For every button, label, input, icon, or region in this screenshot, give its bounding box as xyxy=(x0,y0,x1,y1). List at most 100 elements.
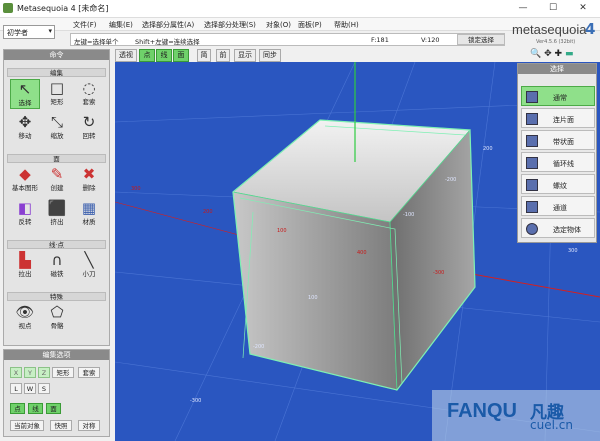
edit-edge-toggle[interactable]: 线 xyxy=(28,403,43,414)
screen-toggle[interactable]: S xyxy=(38,383,50,394)
simple-button[interactable]: 简 xyxy=(197,49,211,62)
menu-file[interactable]: 文件(F) xyxy=(73,20,97,30)
symmetry-button[interactable]: 对称 xyxy=(78,420,100,431)
display-mode-icon[interactable]: ▬ xyxy=(565,49,574,59)
tool-create[interactable]: ✎ 创建 xyxy=(42,165,72,195)
menu-object[interactable]: 对象(O) xyxy=(266,20,291,30)
coord-label: -300 xyxy=(190,398,202,404)
coord-label: 100 xyxy=(308,295,318,301)
select-belt-faces[interactable]: 带状面 xyxy=(521,130,595,150)
menu-help[interactable]: 帮助(H) xyxy=(334,20,359,30)
tool-extrude[interactable]: ⬛ 挤出 xyxy=(42,199,72,229)
lock-selection-button[interactable]: 锁定选择 xyxy=(457,34,505,45)
tool-magnet[interactable]: ∩ 磁铁 xyxy=(42,251,72,281)
material-icon: ▦ xyxy=(81,199,97,217)
section-edit: 编集 xyxy=(7,68,106,77)
coord-label: 400 xyxy=(357,250,367,256)
menu-select-attr[interactable]: 选择部分属性(A) xyxy=(142,20,194,30)
version-label: Ver4.5.6 (32bit) xyxy=(536,39,576,45)
menu-edit[interactable]: 编集(E) xyxy=(109,20,133,30)
edit-options-title: 编集选项 xyxy=(4,350,109,360)
coord-label: 300 xyxy=(568,248,578,254)
minimize-button[interactable]: — xyxy=(510,2,536,15)
front-button[interactable]: 前 xyxy=(216,49,230,62)
tool-select[interactable]: ↖ 选择 xyxy=(10,79,40,109)
axis-z-toggle[interactable]: Z xyxy=(38,367,50,378)
command-panel: 命令 编集 ↖ 选择 □ 矩形 ◌ 套索 ✥ 移动 ⤡ 缩放 ↻ 回转 面 ◆ 基本图形 ✎ 创… xyxy=(3,49,110,346)
mode-value: 初学者 xyxy=(7,29,28,37)
maximize-button[interactable]: ☐ xyxy=(540,2,566,15)
menu-select-process[interactable]: 选择部分处理(S) xyxy=(204,20,256,30)
menu-panel[interactable]: 面板(P) xyxy=(298,20,322,30)
tool-bone[interactable]: ⬠ 骨骼 xyxy=(42,303,72,333)
tool-rotate[interactable]: ↻ 回转 xyxy=(74,113,104,143)
tool-lasso[interactable]: ◌ 套索 xyxy=(74,79,104,109)
tool-knife[interactable]: ╲ 小刀 xyxy=(74,251,104,281)
zoom-icon[interactable]: 🔍 xyxy=(530,49,541,59)
flip-icon: ◧ xyxy=(17,199,33,217)
watermark-brand: FANQU xyxy=(447,400,517,422)
mode-select[interactable]: 初学者 ▾ xyxy=(3,25,55,39)
edit-face-toggle[interactable]: 面 xyxy=(46,403,61,414)
magnet-icon: ∩ xyxy=(51,251,63,269)
rotate-view-icon[interactable]: ✚ xyxy=(555,49,563,59)
select-normal[interactable]: 通常 xyxy=(521,86,595,106)
coord-label: -200 xyxy=(253,344,265,350)
tool-primitive[interactable]: ◆ 基本图形 xyxy=(10,165,40,195)
tool-scale[interactable]: ⤡ 缩放 xyxy=(42,113,72,143)
select-spiral[interactable]: 螺纹 xyxy=(521,174,595,194)
view-toolbar: 透视 点 线 面 简 前 显示 同步 xyxy=(115,49,515,62)
tool-move[interactable]: ✥ 移动 xyxy=(10,113,40,143)
perspective-button[interactable]: 透视 xyxy=(115,49,137,62)
edit-vertex-toggle[interactable]: 点 xyxy=(10,403,25,414)
rotate-icon: ↻ xyxy=(82,113,96,131)
local-toggle[interactable]: L xyxy=(10,383,22,394)
rect-option[interactable]: 矩形 xyxy=(52,367,74,378)
edge-mode-button[interactable]: 线 xyxy=(156,49,172,62)
view-icon-bar: 🔍 ✥ ✚ ▬ xyxy=(530,49,598,61)
vertex-count: V:120 xyxy=(421,36,440,44)
app-icon xyxy=(3,3,13,13)
face-mode-button[interactable]: 面 xyxy=(173,49,189,62)
tool-flip[interactable]: ◧ 反转 xyxy=(10,199,40,229)
menu-bar: 文件(F) 编集(E) 选择部分属性(A) 选择部分处理(S) 对象(O) 面板… xyxy=(0,18,600,31)
chevron-down-icon: ▾ xyxy=(48,27,52,35)
select-objects[interactable]: 选定物体 xyxy=(521,218,595,238)
axis-y-toggle[interactable]: Y xyxy=(24,367,36,378)
edit-options-panel: 编集选项 X Y Z 矩形 套索 L W S 点 线 面 当前对象 快照 对称 xyxy=(3,349,110,437)
lasso-option[interactable]: 套索 xyxy=(78,367,100,378)
hint-left: 左键=选择单个 xyxy=(74,38,119,46)
world-toggle[interactable]: W xyxy=(24,383,36,394)
display-button[interactable]: 显示 xyxy=(234,49,256,62)
select-loop-edges[interactable]: 循环线 xyxy=(521,152,595,172)
move-view-icon[interactable]: ✥ xyxy=(544,49,552,59)
close-button[interactable]: ✕ xyxy=(570,2,596,15)
cursor-icon: ↖ xyxy=(18,80,32,98)
vertex-mode-button[interactable]: 点 xyxy=(139,49,155,62)
section-special: 特殊 xyxy=(7,292,106,301)
sync-button[interactable]: 同步 xyxy=(259,49,281,62)
face-count: F:181 xyxy=(371,36,389,44)
cube-mesh[interactable] xyxy=(232,119,476,392)
coord-label: 100 xyxy=(277,228,287,234)
select-normal-icon xyxy=(526,91,538,103)
tool-rect[interactable]: □ 矩形 xyxy=(42,79,72,109)
tool-material[interactable]: ▦ 材质 xyxy=(74,199,104,229)
coord-label: 300 xyxy=(131,186,141,192)
move-icon: ✥ xyxy=(18,113,32,131)
axis-x-toggle[interactable]: X xyxy=(10,367,22,378)
coord-label: -200 xyxy=(445,177,457,183)
tool-delete[interactable]: ✖ 删除 xyxy=(74,165,104,195)
current-object-button[interactable]: 当前对象 xyxy=(10,420,44,431)
logo-number: 4 xyxy=(585,20,596,38)
tool-pull[interactable]: ▙ 拉出 xyxy=(10,251,40,281)
select-channel[interactable]: 通道 xyxy=(521,196,595,216)
snap-button[interactable]: 快照 xyxy=(50,420,72,431)
rect-select-icon: □ xyxy=(49,79,65,97)
primitive-icon: ◆ xyxy=(19,165,31,183)
spiral-icon xyxy=(526,179,538,191)
tool-viewpoint[interactable]: 👁 视点 xyxy=(10,303,40,333)
watermark-site: cuel.cn xyxy=(530,418,573,432)
select-panel-title: 选择 xyxy=(518,64,596,74)
select-connected-faces[interactable]: 连片面 xyxy=(521,108,595,128)
